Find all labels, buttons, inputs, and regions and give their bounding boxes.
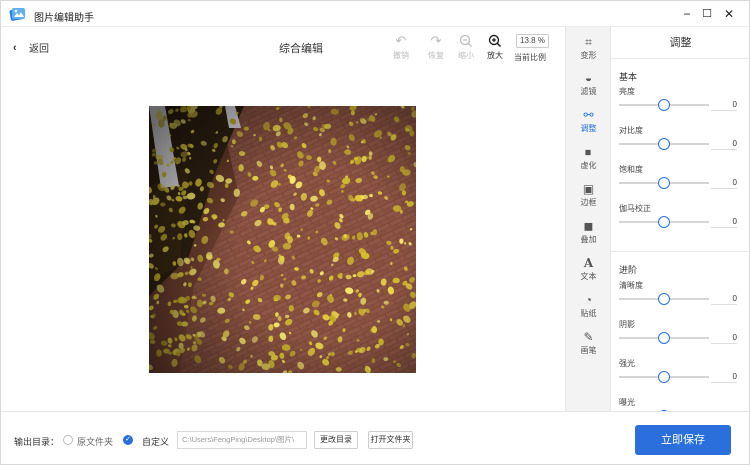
side-tool-label: 边框 [580,198,597,207]
change-dir-button[interactable]: 更改目录 [314,431,358,449]
slider-track[interactable] [619,371,709,383]
zoom-in-label: 放大 [487,51,503,60]
filter-icon: ◒ [584,71,593,85]
slider-label: 对比度 [619,126,643,135]
redo-label: 恢复 [428,51,444,60]
side-tool-text[interactable]: A 文本 [566,256,611,282]
side-tool-label: 变形 [580,51,597,60]
app-logo-icon [9,8,25,21]
side-tool-overlay[interactable]: ◼ 叠加 [566,219,611,245]
slider-label: 阴影 [619,320,635,329]
redo-icon: ↷ [430,33,442,48]
slider-track[interactable] [619,332,709,344]
slider-thumb[interactable] [658,332,670,344]
slider-thumb[interactable] [658,138,670,150]
open-folder-button[interactable]: 打开文件夹 [368,431,413,449]
side-tool-label: 滤镜 [580,87,597,96]
zoom-in-button[interactable]: 放大 [481,33,509,61]
zoom-in-icon [488,34,502,48]
undo-label: 撤销 [393,51,409,60]
slider-track[interactable] [619,216,709,228]
side-tool-brush[interactable]: ✎ 画笔 [566,330,611,356]
slider-value-input[interactable]: 0 [711,370,737,383]
output-path-input[interactable]: C:\Users\FengPing\Desktop\图片\ [177,431,307,449]
side-tool-adjust[interactable]: ⚯ 调整 [566,108,611,134]
footer-bar: 输出目录： 原文件夹 ✓ 自定义 C:\Users\FengPing\Deskt… [1,411,749,464]
custom-folder-label[interactable]: 自定义 [142,435,169,448]
chevron-left-icon: ‹ [13,41,17,54]
section-divider [611,251,749,252]
page-title: 综合编辑 [279,43,323,55]
zoom-out-icon [459,34,472,47]
slider-value-input[interactable]: 0 [711,331,737,344]
adjust-panel: 调整 基本 亮度 0 对比度 0 饱和度 0 伽马校正 0 进阶 清晰度 0 阴影 0 强光 0 曝光 [610,27,749,411]
side-tool-filter[interactable]: ◒ 滤镜 [566,71,611,97]
app-title: 图片编辑助手 [34,13,94,24]
side-tool-blur[interactable]: ◆ 虚化 [566,145,611,171]
slider-value-input[interactable]: 0 [711,215,737,228]
slider-track[interactable] [619,99,709,111]
image-canvas[interactable] [1,67,565,411]
redo-button[interactable]: ↷ 恢复 [422,33,450,61]
undo-button[interactable]: ↶ 撤销 [387,33,415,61]
output-dir-label: 输出目录： [14,437,60,447]
maximize-button[interactable]: ☐ [698,5,716,23]
title-bar: 图片编辑助手 − ☐ ✕ [1,1,749,27]
crop-icon: ⌗ [585,35,592,49]
original-folder-label[interactable]: 原文件夹 [77,435,113,448]
panel-title: 调整 [611,27,749,59]
close-button[interactable]: ✕ [720,5,738,23]
overlay-icon: ◼ [583,219,594,233]
undo-icon: ↶ [395,33,407,48]
advanced-section-title: 进阶 [619,265,638,275]
zoom-out-button[interactable]: 缩小 [452,33,480,61]
slider-value-input[interactable]: 0 [711,137,737,150]
edited-photo[interactable] [149,106,416,373]
side-tool-label: 文本 [580,272,597,281]
zoom-out-label: 缩小 [458,51,474,60]
side-tool-label: 调整 [580,124,597,133]
slider-thumb[interactable] [658,177,670,189]
custom-folder-radio[interactable]: ✓ [123,435,133,445]
slider-label: 清晰度 [619,281,643,290]
side-tool-crop[interactable]: ⌗ 变形 [566,35,611,61]
slider-thumb[interactable] [658,99,670,111]
adjust-icon: ⚯ [583,108,594,122]
zoom-value[interactable]: 13.8 % [516,34,549,48]
slider-track[interactable] [619,138,709,150]
original-folder-radio[interactable] [63,435,73,445]
minimize-button[interactable]: − [678,5,696,23]
back-button[interactable]: ‹ 返回 [13,40,49,56]
slider-track[interactable] [619,293,709,305]
tool-sidebar: ⌗ 变形 ◒ 滤镜 ⚯ 调整 ◆ 虚化 ▣ 边框 ◼ 叠加 A 文本 ◔ 贴纸 ✎ 画笔 [565,27,610,411]
slider-value-input[interactable]: 0 [711,176,737,189]
basic-section-title: 基本 [619,72,638,82]
side-tool-sticker[interactable]: ◔ 贴纸 [566,293,611,319]
slider-label: 饱和度 [619,165,643,174]
slider-value-input[interactable]: 0 [711,292,737,305]
slider-value-input[interactable]: 0 [711,98,737,111]
slider-thumb[interactable] [658,216,670,228]
sticker-icon: ◔ [584,293,593,307]
side-tool-label: 叠加 [580,235,597,244]
side-tool-label: 贴纸 [580,309,597,318]
app-window: 图片编辑助手 − ☐ ✕ ‹ 返回 综合编辑 ↶ 撤销 ↷ 恢复 缩小 放大 1… [0,0,750,465]
slider-label: 曝光 [619,398,635,407]
current-ratio-label[interactable]: 当前比例 [514,52,546,63]
side-tool-frame[interactable]: ▣ 边框 [566,182,611,208]
frame-icon: ▣ [582,182,595,196]
side-tool-label: 画笔 [580,346,597,355]
back-label: 返回 [29,44,49,55]
slider-thumb[interactable] [658,371,670,383]
slider-label: 伽马校正 [619,204,651,213]
slider-label: 亮度 [619,87,635,96]
editor-toolbar: ‹ 返回 综合编辑 ↶ 撤销 ↷ 恢复 缩小 放大 13.8 % 当前比例 [1,27,565,67]
slider-track[interactable] [619,177,709,189]
slider-thumb[interactable] [658,293,670,305]
save-now-button[interactable]: 立即保存 [635,425,731,455]
brush-icon: ✎ [583,330,594,344]
text-icon: A [583,256,594,270]
slider-label: 强光 [619,359,635,368]
